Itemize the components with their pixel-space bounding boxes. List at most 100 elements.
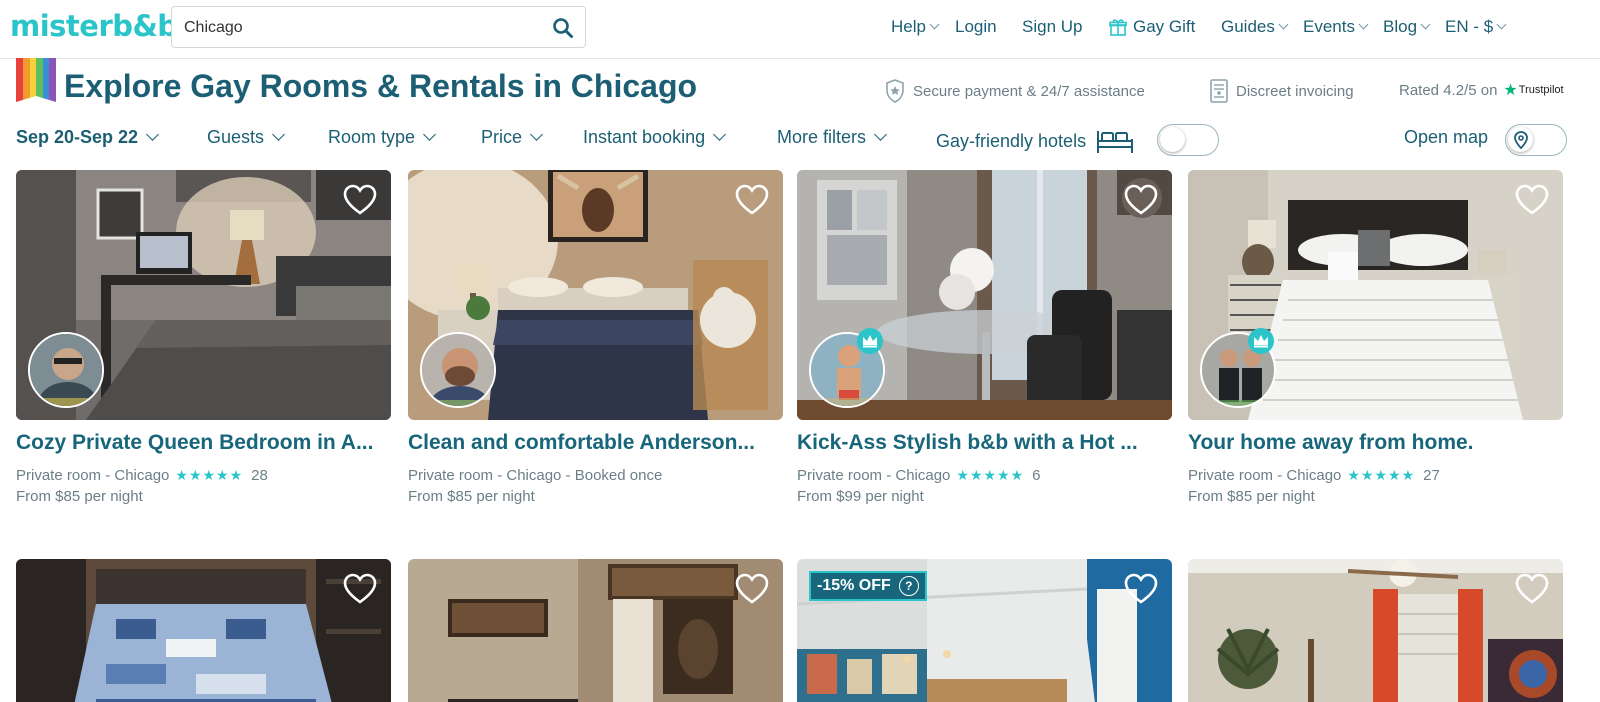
filter-dates[interactable]: Sep 20-Sep 22 xyxy=(16,127,159,148)
nav-login-label: Login xyxy=(955,17,997,36)
listing-photo[interactable] xyxy=(1188,170,1563,420)
top-navigation-bar: misterb&b Help Login Sign Up Gay Gift Gu… xyxy=(0,0,1600,59)
misterbnb-logo[interactable]: misterb&b xyxy=(10,9,178,43)
open-map-label-wrap: Open map xyxy=(1404,127,1488,148)
listing-meta: Private room - Chicago ★★★★★ 27 xyxy=(1188,467,1440,484)
open-map-label: Open map xyxy=(1404,127,1489,147)
page-title: Explore Gay Rooms & Rentals in Chicago xyxy=(64,68,698,104)
gay-friendly-hotels-label: Gay-friendly hotels xyxy=(936,130,1087,151)
host-avatar[interactable] xyxy=(420,332,496,408)
listing-title[interactable]: Your home away from home. xyxy=(1188,431,1563,455)
filter-dates-label: Sep 20-Sep 22 xyxy=(16,127,139,147)
listing-meta: Private room - Chicago - Booked once xyxy=(408,467,662,484)
listing-photo[interactable] xyxy=(408,170,783,420)
search-icon[interactable] xyxy=(551,16,575,40)
nav-sign-up[interactable]: Sign Up xyxy=(1022,17,1082,37)
chevron-down-icon xyxy=(272,128,285,141)
filter-instant-booking-label: Instant booking xyxy=(583,127,706,147)
heart-icon[interactable] xyxy=(343,184,377,216)
review-count: 6 xyxy=(1032,467,1041,484)
secure-payment-note: Secure payment & 24/7 assistance xyxy=(885,79,1145,103)
discount-label: -15% OFF xyxy=(817,577,891,594)
nav-sign-up-label: Sign Up xyxy=(1022,17,1083,36)
listing-title[interactable]: Cozy Private Queen Bedroom in A... xyxy=(16,431,391,455)
chevron-down-icon xyxy=(1358,19,1369,30)
discount-badge[interactable]: -15% OFF ? xyxy=(809,571,927,601)
listing-type: Private room - Chicago xyxy=(1188,467,1342,484)
nav-language-currency-label: EN - $ xyxy=(1445,17,1494,36)
listing-card[interactable]: Your home away from home. Private room -… xyxy=(1188,170,1563,510)
listing-price: From $99 per night xyxy=(797,488,924,505)
listing-card[interactable]: -15% OFF ? xyxy=(797,559,1172,702)
nav-help-label: Help xyxy=(891,17,926,36)
chevron-down-icon xyxy=(713,128,726,141)
listing-type: Private room - Chicago - Booked once xyxy=(408,467,663,484)
trustpilot-label: Trustpilot xyxy=(1518,84,1564,96)
heart-icon[interactable] xyxy=(735,573,769,605)
filter-guests-label: Guests xyxy=(207,127,265,147)
chevron-down-icon xyxy=(1278,19,1289,30)
secure-payment-text: Secure payment & 24/7 assistance xyxy=(913,82,1145,100)
shield-star-icon xyxy=(886,79,904,103)
toggle-knob xyxy=(1160,127,1185,152)
listing-price: From $85 per night xyxy=(1188,488,1315,505)
listing-photo[interactable]: -15% OFF ? xyxy=(797,559,1172,702)
nav-events[interactable]: Events xyxy=(1303,17,1369,37)
listing-title[interactable]: Clean and comfortable Anderson... xyxy=(408,431,783,455)
nav-events-label: Events xyxy=(1303,17,1355,36)
heart-icon[interactable] xyxy=(1124,573,1158,605)
gay-friendly-hotels-filter: Gay-friendly hotels xyxy=(936,127,1134,155)
open-map-toggle[interactable] xyxy=(1505,124,1567,156)
listing-price: From $85 per night xyxy=(16,488,143,505)
chevron-down-icon xyxy=(874,128,887,141)
toggle-knob xyxy=(1508,127,1533,152)
listing-card[interactable]: Kick-Ass Stylish b&b with a Hot ... Priv… xyxy=(797,170,1172,510)
filter-price[interactable]: Price xyxy=(481,127,543,148)
trustpilot-rating[interactable]: Rated 4.2/5 on ★ Trustpilot xyxy=(1399,80,1564,100)
host-avatar[interactable] xyxy=(28,332,104,408)
listing-photo[interactable] xyxy=(797,170,1172,420)
nav-language-currency[interactable]: EN - $ xyxy=(1445,17,1507,37)
help-icon[interactable]: ? xyxy=(898,576,919,596)
heart-icon[interactable] xyxy=(343,573,377,605)
nav-guides[interactable]: Guides xyxy=(1221,17,1289,37)
listing-photo[interactable] xyxy=(1188,559,1563,702)
listing-photo[interactable] xyxy=(16,170,391,420)
filter-guests[interactable]: Guests xyxy=(207,127,285,148)
filter-room-type-label: Room type xyxy=(328,127,416,147)
filter-price-label: Price xyxy=(481,127,523,147)
listing-card[interactable] xyxy=(408,559,783,702)
listing-type: Private room - Chicago xyxy=(797,467,951,484)
nav-blog[interactable]: Blog xyxy=(1383,17,1431,37)
listing-card[interactable]: Cozy Private Queen Bedroom in A... Priva… xyxy=(16,170,391,510)
listing-card[interactable]: Clean and comfortable Anderson... Privat… xyxy=(408,170,783,510)
heart-icon[interactable] xyxy=(1515,573,1549,605)
bedroom-photo xyxy=(16,559,391,702)
listing-card[interactable] xyxy=(16,559,391,702)
listing-title[interactable]: Kick-Ass Stylish b&b with a Hot ... xyxy=(797,431,1172,455)
filter-room-type[interactable]: Room type xyxy=(328,127,436,148)
heart-icon[interactable] xyxy=(1124,184,1158,216)
invoice-icon xyxy=(1210,79,1228,103)
nav-gay-gift[interactable]: Gay Gift xyxy=(1109,17,1195,37)
filter-instant-booking[interactable]: Instant booking xyxy=(583,127,726,148)
nav-gay-gift-label: Gay Gift xyxy=(1133,17,1196,36)
listing-photo[interactable] xyxy=(16,559,391,702)
rainbow-flag-icon xyxy=(16,58,56,104)
map-pin-icon xyxy=(1513,130,1528,149)
listing-card[interactable] xyxy=(1188,559,1563,702)
chevron-down-icon xyxy=(1420,19,1431,30)
search-box[interactable] xyxy=(171,6,586,48)
heart-icon[interactable] xyxy=(1515,184,1549,216)
bed-icon xyxy=(1097,131,1134,153)
search-input[interactable] xyxy=(182,16,546,40)
nav-login[interactable]: Login xyxy=(955,17,997,37)
star-rating: ★★★★★ xyxy=(1347,467,1416,483)
filter-more-filters[interactable]: More filters xyxy=(777,127,887,148)
nav-help[interactable]: Help xyxy=(891,17,940,37)
nav-guides-label: Guides xyxy=(1221,17,1275,36)
gay-friendly-hotels-toggle[interactable] xyxy=(1157,124,1219,156)
listing-photo[interactable] xyxy=(408,559,783,702)
heart-icon[interactable] xyxy=(735,184,769,216)
listing-type: Private room - Chicago xyxy=(16,467,170,484)
